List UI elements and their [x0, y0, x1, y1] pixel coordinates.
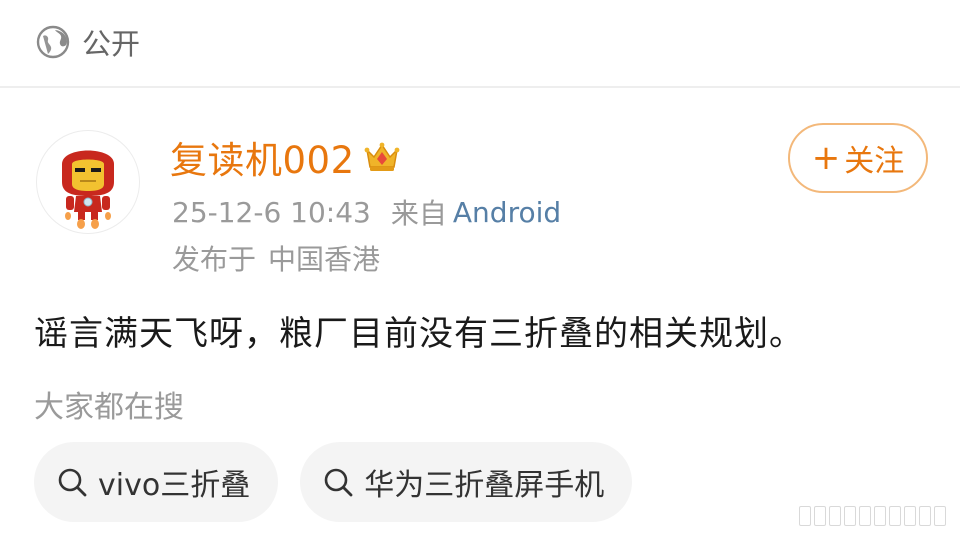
post-timestamp: 25-12-6 10:43 — [172, 195, 371, 229]
visibility-row[interactable]: 公开 — [34, 22, 140, 62]
source-link[interactable]: Android — [453, 196, 561, 229]
trending-label: 大家都在搜 — [34, 390, 184, 425]
chip-label: vivo三折叠 — [98, 468, 251, 503]
trending-chip[interactable]: vivo三折叠 — [34, 442, 279, 522]
source-prefix: 来自 — [390, 197, 447, 230]
location-prefix: 发布于 — [172, 243, 257, 276]
trending-chips: vivo三折叠 华为三折叠屏手机 — [34, 442, 633, 522]
section-divider — [0, 86, 960, 88]
author-row: 复读机002 — [170, 132, 403, 182]
watermark-marks — [799, 506, 946, 526]
post-meta: 25-12-6 10:43 来自 Android — [172, 192, 561, 232]
post-text: 谣言满天飞呀，粮厂目前没有三折叠的相关规划。 — [34, 314, 804, 354]
location-value: 中国香港 — [268, 243, 381, 276]
follow-button[interactable]: + 关注 — [788, 123, 928, 193]
plus-icon: + — [811, 138, 841, 178]
iron-man-avatar-icon — [62, 150, 114, 229]
author-name[interactable]: 复读机002 — [170, 130, 355, 184]
follow-label: 关注 — [844, 144, 905, 179]
weibo-post-page: 公开 复读机002 25-12-6 10:43 来自 Android 发布于 中… — [0, 0, 960, 534]
globe-icon — [34, 23, 72, 61]
crown-icon[interactable] — [363, 137, 403, 177]
search-icon — [56, 465, 90, 499]
chip-label: 华为三折叠屏手机 — [364, 468, 605, 503]
avatar[interactable] — [36, 130, 140, 234]
search-icon — [322, 465, 356, 499]
post-location: 发布于 中国香港 — [172, 238, 380, 278]
trending-chip[interactable]: 华为三折叠屏手机 — [300, 442, 633, 522]
visibility-label: 公开 — [82, 27, 141, 61]
